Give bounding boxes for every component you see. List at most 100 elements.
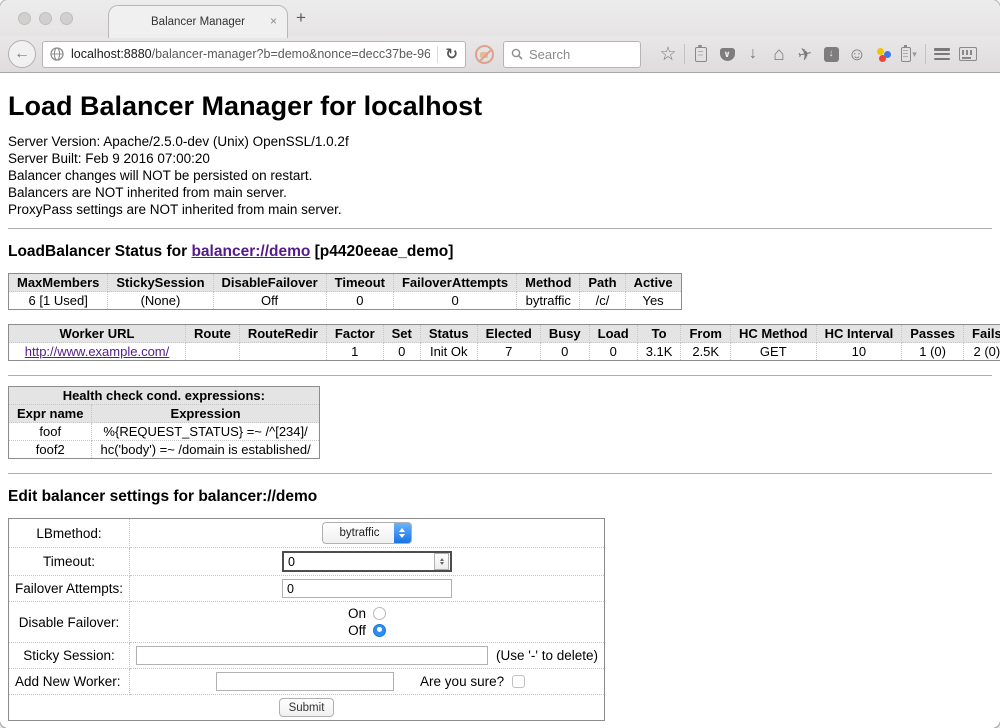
form-row-add-worker: Add New Worker: Are you sure?	[9, 669, 605, 695]
submit-button[interactable]: Submit	[279, 698, 335, 717]
sticky-session-note: (Use '-' to delete)	[496, 648, 598, 663]
worker-table: Worker URL Route RouteRedir Factor Set S…	[8, 324, 1000, 361]
worker-url-link[interactable]: http://www.example.com/	[25, 344, 170, 359]
cell-method: bytraffic	[517, 292, 580, 310]
status-heading-prefix: LoadBalancer Status for	[8, 243, 191, 260]
form-row-timeout: Timeout:	[9, 548, 605, 576]
sticky-session-input[interactable]	[136, 646, 488, 665]
table-header-row: Expr name Expression	[9, 405, 320, 423]
radio-on[interactable]	[373, 607, 386, 620]
cell-stickysession: (None)	[108, 292, 213, 310]
toolbar-icons: ☆ ∨ ↓ ⌂ ✈ ↓ ☺ ▾	[655, 42, 992, 66]
lbmethod-select[interactable]: bytraffic	[322, 522, 411, 544]
share-plane-icon[interactable]: ✈	[792, 42, 818, 66]
bookmark-star-icon[interactable]: ☆	[655, 42, 681, 66]
new-tab-button[interactable]: +	[296, 8, 306, 28]
cell-timeout: 0	[326, 292, 393, 310]
server-version-line: Server Version: Apache/2.5.0-dev (Unix) …	[8, 134, 992, 151]
cell-hc-method: GET	[730, 343, 816, 361]
back-button[interactable]: ←	[8, 40, 36, 68]
back-arrow-icon: ←	[14, 45, 30, 63]
cell-disablefailover: Off	[213, 292, 326, 310]
search-bar[interactable]: Search	[503, 41, 641, 68]
cell-passes: 1 (0)	[902, 343, 964, 361]
submit-cell: Submit	[9, 695, 605, 721]
pocket-icon[interactable]: ∨	[714, 42, 740, 66]
number-spinner-icon[interactable]	[434, 553, 449, 570]
save-page-icon[interactable]: ↓	[818, 42, 844, 66]
select-stepper-icon	[394, 523, 411, 543]
tab-balancer-manager[interactable]: Balancer Manager ×	[108, 5, 288, 38]
table-header-row: Worker URL Route RouteRedir Factor Set S…	[9, 325, 1000, 343]
url-domain: localhost:8880	[71, 47, 152, 61]
lbmethod-selected-value: bytraffic	[323, 523, 393, 543]
radio-off[interactable]	[373, 624, 386, 637]
col-route: Route	[186, 325, 240, 343]
add-worker-cell: Are you sure?	[130, 669, 605, 695]
failover-attempts-cell	[130, 576, 605, 602]
page-content: Load Balancer Manager for localhost Serv…	[0, 73, 1000, 728]
server-built-line: Server Built: Feb 9 2016 07:00:20	[8, 151, 992, 168]
col-passes: Passes	[902, 325, 964, 343]
add-worker-input[interactable]	[216, 672, 394, 691]
zoom-window-button[interactable]	[60, 12, 73, 25]
are-you-sure-label: Are you sure?	[420, 674, 504, 689]
cell-route	[186, 343, 240, 361]
timeout-cell	[130, 548, 605, 576]
col-from: From	[681, 325, 731, 343]
health-check-table: Health check cond. expressions: Expr nam…	[8, 386, 320, 459]
failover-attempts-label: Failover Attempts:	[9, 576, 130, 602]
failover-attempts-input[interactable]	[282, 579, 452, 598]
extension-battery-icon[interactable]: ▾	[896, 42, 922, 66]
col-maxmembers: MaxMembers	[9, 274, 108, 292]
minimize-window-button[interactable]	[39, 12, 52, 25]
tab-title: Balancer Manager	[151, 16, 245, 28]
menu-hamburger-icon[interactable]	[929, 42, 955, 66]
health-table-title: Health check cond. expressions:	[9, 387, 320, 405]
add-worker-label: Add New Worker:	[9, 669, 130, 695]
timeout-input[interactable]	[282, 551, 452, 572]
url-text[interactable]: localhost:8880/balancer-manager?b=demo&n…	[71, 47, 430, 61]
url-bar[interactable]: localhost:8880/balancer-manager?b=demo&n…	[42, 41, 466, 68]
cell-expression: hc('body') =~ /domain is established/	[92, 441, 319, 459]
cell-path: /c/	[580, 292, 625, 310]
reload-icon[interactable]: ↻	[445, 45, 458, 63]
cell-fails: 2 (0)	[964, 343, 1000, 361]
downloads-icon[interactable]: ↓	[740, 42, 766, 66]
tab-bar: Balancer Manager × +	[0, 0, 1000, 36]
reading-list-icon[interactable]	[688, 42, 714, 66]
table-row: http://www.example.com/ 1 0 Init Ok 7 0 …	[9, 343, 1000, 361]
home-icon[interactable]: ⌂	[766, 42, 792, 66]
edit-settings-heading: Edit balancer settings for balancer://de…	[8, 488, 992, 506]
disable-failover-cell: On Off	[130, 602, 605, 643]
balancer-demo-link[interactable]: balancer://demo	[191, 243, 310, 260]
content-blocked-icon[interactable]	[475, 45, 494, 64]
cell-busy: 0	[540, 343, 589, 361]
lbmethod-label: LBmethod:	[9, 519, 130, 548]
cell-status: Init Ok	[420, 343, 477, 361]
balancer-status-table: MaxMembers StickySession DisableFailover…	[8, 273, 682, 310]
sticky-session-label: Sticky Session:	[9, 643, 130, 669]
col-routeredir: RouteRedir	[239, 325, 326, 343]
radio-off-label: Off	[348, 622, 366, 639]
cell-expression: %{REQUEST_STATUS} =~ /^[234]/	[92, 423, 319, 441]
cell-expr-name: foof	[9, 423, 92, 441]
col-status: Status	[420, 325, 477, 343]
are-you-sure-checkbox[interactable]	[512, 675, 525, 688]
addon-colored-dots-icon[interactable]	[870, 42, 896, 66]
close-window-button[interactable]	[18, 12, 31, 25]
col-timeout: Timeout	[326, 274, 393, 292]
keyboard-addon-icon[interactable]	[955, 42, 981, 66]
lbmethod-cell: bytraffic	[130, 519, 605, 548]
cell-expr-name: foof2	[9, 441, 92, 459]
toolbar-separator	[684, 44, 685, 64]
col-hc-interval: HC Interval	[816, 325, 902, 343]
sticky-session-cell: (Use '-' to delete)	[130, 643, 605, 669]
form-row-failover-attempts: Failover Attempts:	[9, 576, 605, 602]
url-separator	[437, 46, 438, 63]
hello-chat-icon[interactable]: ☺	[844, 42, 870, 66]
tab-close-icon[interactable]: ×	[270, 14, 277, 28]
timeout-input-field[interactable]	[284, 555, 434, 569]
col-path: Path	[580, 274, 625, 292]
page-title: Load Balancer Manager for localhost	[8, 91, 992, 122]
